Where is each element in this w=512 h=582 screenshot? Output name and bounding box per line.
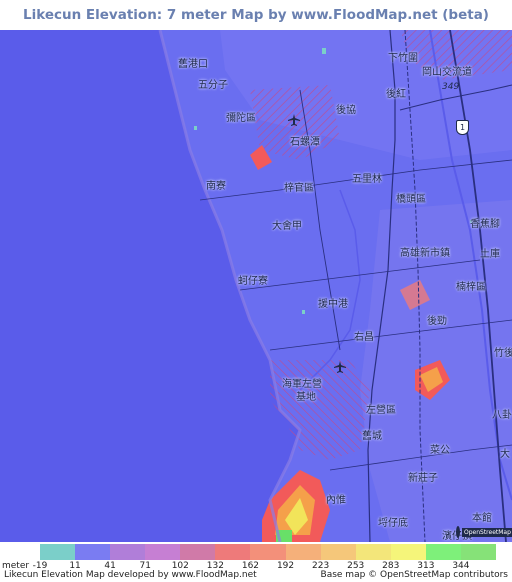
place-label-dashejia: 大舍甲 bbox=[272, 221, 302, 232]
legend-swatch bbox=[390, 544, 426, 560]
place-label-youchang: 右昌 bbox=[354, 332, 374, 343]
legend-swatch bbox=[250, 544, 286, 560]
legend-swatch bbox=[285, 544, 321, 560]
legend-swatch bbox=[40, 544, 76, 560]
place-label-kezaidi: 埒仔底 bbox=[378, 518, 408, 529]
place-label-wulilin: 五里林 bbox=[352, 174, 382, 185]
place-label-navy-base-2: 基地 bbox=[296, 392, 316, 403]
place-label-houhong: 後紅 bbox=[386, 89, 406, 100]
place-label-neiwei: 內惟 bbox=[326, 495, 346, 506]
legend-swatch bbox=[75, 544, 111, 560]
marker-teal-2 bbox=[302, 310, 305, 314]
place-label-nanzi: 楠梓區 bbox=[456, 282, 486, 293]
place-label-yuanzhonggang: 援中港 bbox=[318, 299, 348, 310]
legend-swatch bbox=[215, 544, 251, 560]
footer-credit: Likecun Elevation Map developed by www.F… bbox=[4, 570, 257, 580]
place-label-xiangjiaojiao: 香蕉腳 bbox=[470, 219, 500, 230]
marker-teal-3 bbox=[194, 126, 197, 130]
legend-swatch bbox=[320, 544, 356, 560]
place-label-jiugangkou: 舊港口 bbox=[178, 59, 208, 70]
elevation-map[interactable]: 下竹圍 舊港口 五分子 後協 後紅 彌陀區 石螺潭 南寮 梓官區 五里林 橋頭區… bbox=[0, 30, 512, 542]
place-label-tuku: 土庫 bbox=[480, 249, 500, 260]
place-label-xinzhuangzi: 新莊子 bbox=[408, 473, 438, 484]
place-label-navy-base: 海軍左營 bbox=[282, 379, 322, 390]
place-label-bagua: 八卦 bbox=[492, 410, 512, 421]
place-label-xiazhuyuan: 下竹圍 bbox=[388, 53, 418, 64]
openstreetmap-logo-text: OpenStreetMap bbox=[462, 527, 512, 537]
place-label-da: 大 bbox=[500, 449, 510, 460]
page-title: Likecun Elevation: 7 meter Map by www.Fl… bbox=[23, 7, 489, 23]
place-label-caigong: 菜公 bbox=[430, 445, 450, 456]
elevation-legend: meter -19 11 41 71 102 132 162 192 223 253 283 313 3… bbox=[0, 542, 512, 571]
place-label-nanliao: 南寮 bbox=[206, 181, 226, 192]
openstreetmap-logo-icon bbox=[456, 526, 460, 538]
legend-swatch bbox=[460, 544, 497, 560]
place-label-jiucheng: 舊城 bbox=[362, 431, 382, 442]
road-label-349: 349 bbox=[442, 82, 460, 92]
footer-attribution: Base map © OpenStreetMap contributors bbox=[320, 570, 508, 580]
place-label-wufenzi: 五分子 bbox=[198, 80, 228, 91]
place-label-shiluotan: 石螺潭 bbox=[290, 137, 320, 148]
place-label-qiaotou: 橋頭區 bbox=[396, 194, 426, 205]
place-label-zuoying: 左營區 bbox=[366, 405, 396, 416]
freeway-shield: 1 bbox=[456, 120, 469, 135]
place-label-mituo: 彌陀區 bbox=[226, 113, 256, 124]
place-label-gangshan-interchange: 岡山交流道 bbox=[422, 67, 472, 78]
place-label-benguan: 本館 bbox=[472, 513, 492, 524]
place-label-zhuhou: 竹後 bbox=[494, 348, 512, 359]
place-label-ziguan: 梓官區 bbox=[284, 183, 314, 194]
footer: Likecun Elevation Map developed by www.F… bbox=[0, 570, 512, 582]
place-label-houxie: 後協 bbox=[336, 105, 356, 116]
legend-swatch bbox=[180, 544, 216, 560]
place-label-houjin: 後勁 bbox=[427, 316, 447, 327]
place-label-gaoxiong-newtown: 高雄新市鎮 bbox=[400, 248, 450, 259]
openstreetmap-logo[interactable]: OpenStreetMap bbox=[456, 524, 512, 540]
place-label-dianzailiao: 蚵仔寮 bbox=[238, 276, 268, 287]
marker-teal-1 bbox=[322, 48, 326, 54]
legend-swatch bbox=[425, 544, 461, 560]
legend-swatch bbox=[355, 544, 391, 560]
legend-swatch bbox=[110, 544, 146, 560]
legend-color-bar bbox=[40, 544, 497, 560]
legend-swatch bbox=[145, 544, 181, 560]
